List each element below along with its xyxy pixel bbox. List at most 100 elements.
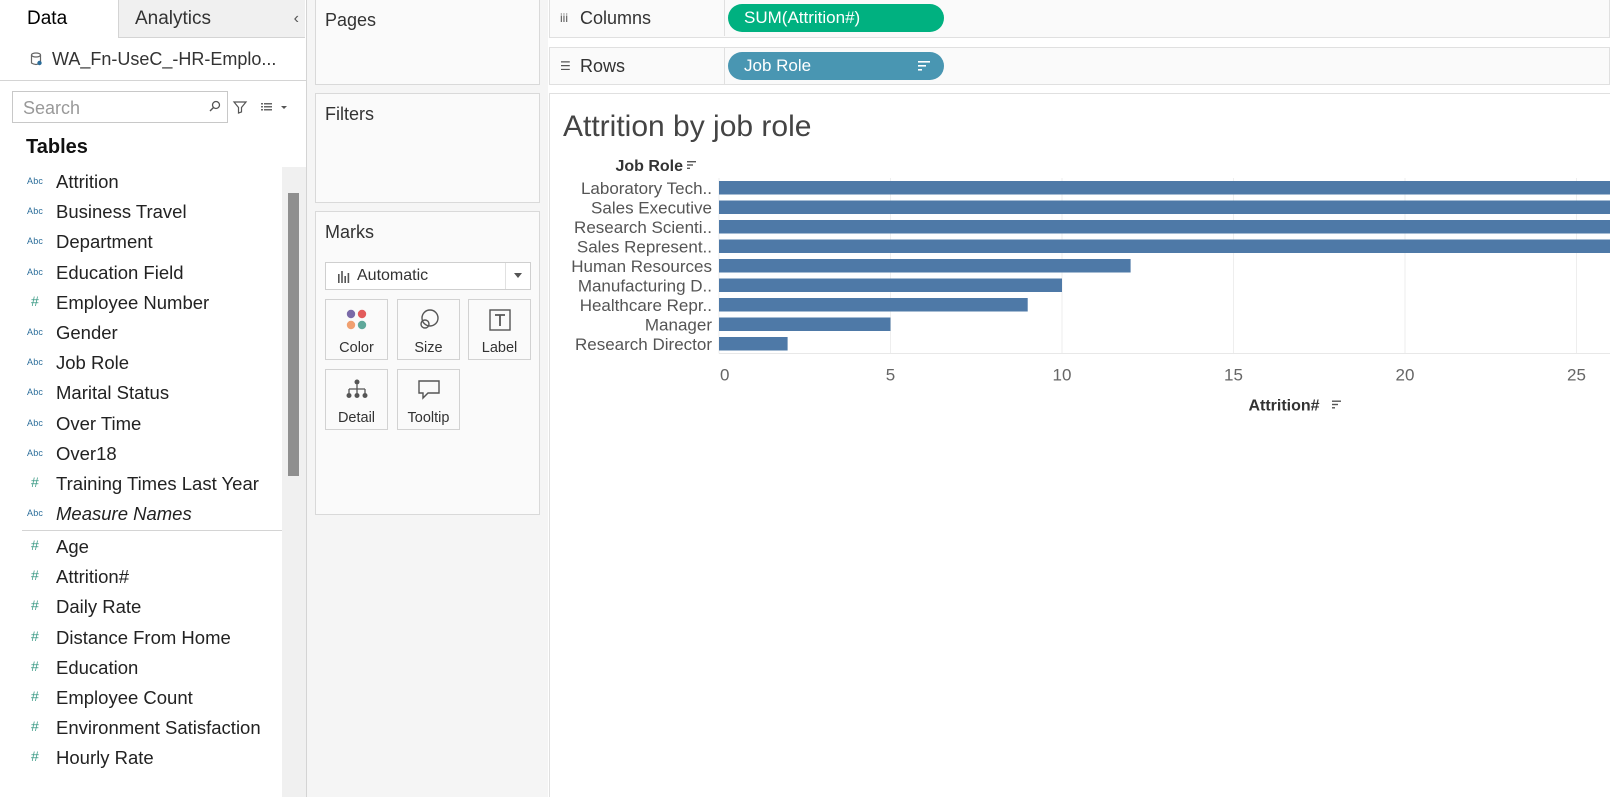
tab-data[interactable]: Data	[0, 0, 118, 37]
columns-shelf[interactable]: iii Columns SUM(Attrition#)	[549, 0, 1610, 38]
number-type-icon: #	[31, 567, 39, 584]
tab-analytics[interactable]: Analytics ‹	[118, 0, 305, 38]
field-name: Hourly Rate	[56, 747, 154, 769]
pages-card[interactable]: Pages	[315, 0, 540, 85]
x-tick-label: 20	[1396, 366, 1415, 385]
number-type-icon: #	[31, 627, 39, 644]
bar	[719, 220, 1610, 234]
field-job-role[interactable]: Abc Job Role	[0, 348, 282, 378]
filters-card[interactable]: Filters	[315, 93, 540, 203]
columns-pill[interactable]: SUM(Attrition#)	[728, 4, 944, 32]
columns-icon: iii	[560, 11, 568, 25]
field-age[interactable]: # Age	[0, 532, 282, 562]
chevron-down-icon	[514, 273, 522, 278]
view-options-icon[interactable]	[260, 100, 288, 114]
bar-chart-icon	[338, 271, 350, 283]
field-employee-number[interactable]: # Employee Number	[0, 288, 282, 318]
text-label-icon	[489, 309, 511, 331]
field-environment-satisfaction[interactable]: # Environment Satisfaction	[0, 713, 282, 743]
number-type-icon: #	[31, 718, 39, 735]
category-label: Sales Executive	[591, 198, 712, 217]
rows-shelf[interactable]: ☰ Rows Job Role	[549, 47, 1610, 85]
field-attrition[interactable]: # Attrition#	[0, 562, 282, 592]
tab-analytics-label: Analytics	[135, 8, 212, 29]
category-label: Research Scienti..	[574, 218, 712, 237]
marks-card-title: Marks	[325, 222, 374, 242]
string-type-icon: Abc	[27, 176, 44, 186]
bar	[719, 317, 891, 331]
field-daily-rate[interactable]: # Daily Rate	[0, 592, 282, 622]
sort-icon[interactable]	[918, 61, 930, 71]
field-list: Abc Attrition Abc Business Travel Abc Departm…	[0, 167, 282, 797]
datasource-item[interactable]: WA_Fn-UseC_-HR-Emplo...	[0, 40, 306, 81]
number-type-icon: #	[31, 292, 39, 309]
bar	[719, 181, 1610, 195]
bar-chart: Job Role Laboratory Tech..Sales Executive…	[571, 158, 1610, 415]
size-icon	[420, 309, 439, 329]
field-training-times-last-year[interactable]: # Training Times Last Year	[0, 469, 282, 499]
search-input[interactable]	[21, 96, 205, 120]
number-type-icon: #	[31, 597, 39, 614]
tooltip-button[interactable]: Tooltip	[397, 369, 460, 430]
color-icon	[346, 309, 367, 330]
string-type-icon: Abc	[27, 236, 44, 247]
x-axis-sort-icon	[1332, 400, 1341, 409]
shelf-separator	[724, 0, 725, 36]
tooltip-icon	[418, 380, 440, 400]
detail-button[interactable]: Detail	[325, 369, 388, 430]
field-department[interactable]: Abc Department	[0, 227, 282, 257]
field-name: Marital Status	[56, 382, 170, 404]
pages-card-title: Pages	[325, 10, 377, 30]
field-name: Over18	[56, 442, 117, 464]
search-box	[12, 91, 228, 123]
tables-heading: Tables	[26, 136, 88, 158]
bar	[719, 200, 1610, 214]
field-over-time[interactable]: Abc Over Time	[0, 409, 282, 439]
database-icon	[30, 52, 42, 66]
field-over18[interactable]: Abc Over18	[0, 439, 282, 469]
bar	[719, 298, 1028, 312]
color-button[interactable]: Color	[325, 299, 388, 360]
marks-card: Marks Automatic Color Size Label Detail …	[315, 211, 540, 515]
string-type-icon: Abc	[27, 508, 44, 519]
bar	[719, 239, 1610, 253]
cards-pane: Pages Filters Marks Automatic Color Size…	[307, 0, 548, 797]
filters-card-title: Filters	[325, 104, 374, 124]
collapse-pane-icon[interactable]: ‹	[294, 0, 299, 37]
field-hourly-rate[interactable]: # Hourly Rate	[0, 743, 282, 773]
number-type-icon: #	[31, 474, 39, 490]
detail-hierarchy-icon	[346, 379, 368, 398]
field-name: Measure Names	[56, 503, 192, 525]
number-type-icon: #	[31, 688, 39, 704]
string-type-icon: Abc	[27, 357, 44, 368]
size-button[interactable]: Size	[397, 299, 460, 360]
worksheet-view: Attrition by job role Job Role Laboratory…	[549, 93, 1610, 797]
field-attrition[interactable]: Abc Attrition	[0, 167, 282, 197]
filter-icon[interactable]	[232, 99, 248, 115]
x-tick-label: 10	[1053, 366, 1072, 385]
field-name: Employee Count	[56, 687, 193, 708]
field-name: Environment Satisfaction	[56, 717, 261, 739]
mark-type-label: Automatic	[357, 267, 429, 284]
dropdown-separator	[505, 263, 506, 289]
field-education[interactable]: # Education	[0, 653, 282, 683]
field-name: Gender	[56, 322, 118, 343]
scrollbar-thumb[interactable]	[288, 193, 299, 476]
number-type-icon: #	[31, 537, 39, 553]
field-business-travel[interactable]: Abc Business Travel	[0, 197, 282, 227]
field-gender[interactable]: Abc Gender	[0, 318, 282, 348]
field-marital-status[interactable]: Abc Marital Status	[0, 378, 282, 408]
label-button[interactable]: Label	[468, 299, 531, 360]
rows-pill[interactable]: Job Role	[728, 52, 944, 80]
string-type-icon: Abc	[27, 387, 44, 398]
field-divider	[22, 530, 282, 531]
mark-type-dropdown[interactable]: Automatic	[325, 262, 531, 290]
field-name: Department	[56, 231, 153, 253]
search-icon[interactable]	[209, 100, 221, 112]
field-measure-names[interactable]: Abc Measure Names	[0, 499, 282, 529]
field-distance-from-home[interactable]: # Distance From Home	[0, 623, 282, 653]
category-label: Manager	[645, 315, 712, 334]
field-employee-count[interactable]: # Employee Count	[0, 683, 282, 713]
bar	[719, 278, 1062, 292]
field-education-field[interactable]: Abc Education Field	[0, 258, 282, 288]
